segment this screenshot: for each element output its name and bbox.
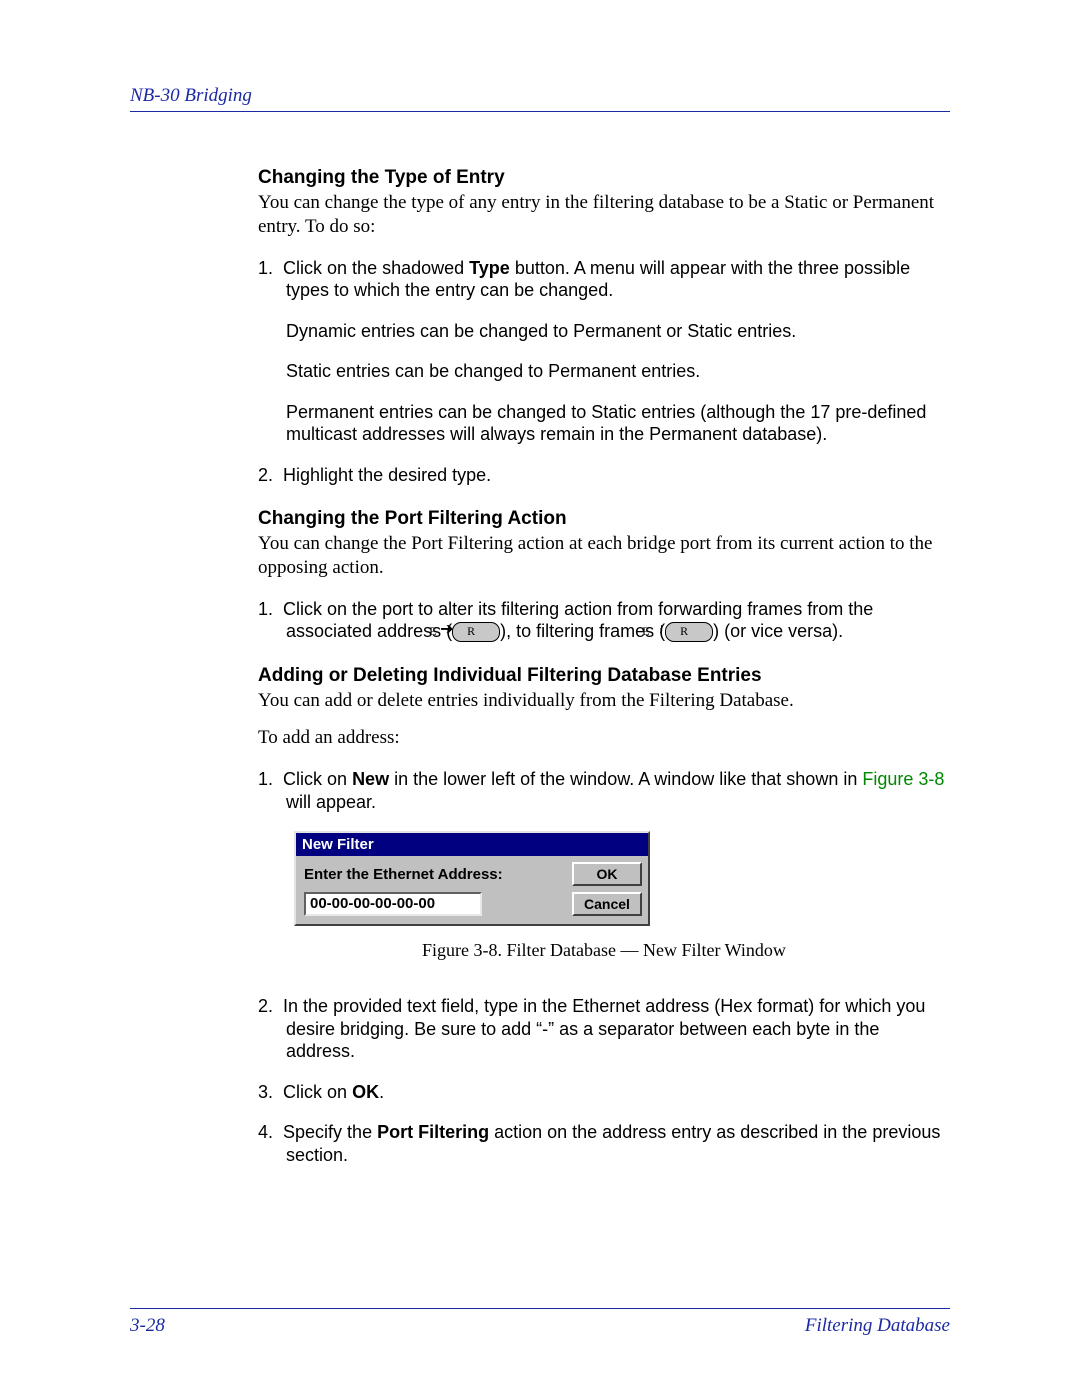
- list-num: 4.: [258, 1122, 273, 1142]
- heading-changing-type: Changing the Type of Entry: [258, 167, 950, 189]
- text: In the provided text field, type in the …: [283, 996, 925, 1061]
- to-add-address: To add an address:: [258, 726, 950, 750]
- text: Click on the shadowed: [283, 258, 469, 278]
- text: Click on: [283, 1082, 352, 1102]
- page-number: 3-28: [130, 1315, 165, 1337]
- bold-type: Type: [469, 258, 510, 278]
- list-num: 1.: [258, 258, 273, 278]
- list-num: 1.: [258, 769, 273, 789]
- s1-step1-sub2: Static entries can be changed to Permane…: [286, 360, 950, 383]
- header-title: NB-30 Bridging: [130, 85, 950, 107]
- list-num: 2.: [258, 996, 273, 1016]
- text: Highlight the desired type.: [283, 465, 491, 485]
- heading-port-filtering: Changing the Port Filtering Action: [258, 508, 950, 530]
- dialog-title: New Filter: [296, 833, 648, 856]
- text: Click on: [283, 769, 352, 789]
- s3-step-3: 3. Click on OK.: [258, 1081, 950, 1104]
- text: will appear.: [286, 792, 376, 812]
- text: ) (or vice versa).: [713, 621, 843, 641]
- header-rule: [130, 111, 950, 112]
- heading-add-delete: Adding or Deleting Individual Filtering …: [258, 665, 950, 687]
- s1-step1-sub1: Dynamic entries can be changed to Perman…: [286, 320, 950, 343]
- footer-section: Filtering Database: [805, 1315, 950, 1337]
- figure-link[interactable]: Figure 3-8: [862, 769, 944, 789]
- intro-add-delete: You can add or delete entries individual…: [258, 689, 950, 713]
- footer-rule: [130, 1308, 950, 1309]
- bold-port-filtering: Port Filtering: [377, 1122, 489, 1142]
- cancel-button[interactable]: Cancel: [572, 892, 642, 916]
- text: ), to filtering frames (: [500, 621, 665, 641]
- s3-step-4: 4. Specify the Port Filtering action on …: [258, 1121, 950, 1166]
- intro-changing-type: You can change the type of any entry in …: [258, 191, 950, 239]
- forward-icon: E➔R: [452, 622, 500, 642]
- filter-icon: E›|R: [665, 622, 713, 642]
- intro-port-filtering: You can change the Port Filtering action…: [258, 532, 950, 580]
- s1-step-1: 1. Click on the shadowed Type button. A …: [258, 257, 950, 446]
- s1-step-2: 2. Highlight the desired type.: [258, 464, 950, 487]
- bold-new: New: [352, 769, 389, 789]
- bold-ok: OK: [352, 1082, 379, 1102]
- new-filter-dialog: New Filter Enter the Ethernet Address: O…: [294, 831, 650, 926]
- text: in the lower left of the window. A windo…: [389, 769, 862, 789]
- list-num: 2.: [258, 465, 273, 485]
- ethernet-address-input[interactable]: 00-00-00-00-00-00: [304, 892, 482, 916]
- s3-step-2: 2. In the provided text field, type in t…: [258, 995, 950, 1063]
- s1-step1-sub3: Permanent entries can be changed to Stat…: [286, 401, 950, 446]
- figure-caption: Figure 3-8. Filter Database — New Filter…: [258, 940, 950, 961]
- ok-button[interactable]: OK: [572, 862, 642, 886]
- list-num: 1.: [258, 599, 273, 619]
- text: Specify the: [283, 1122, 377, 1142]
- s3-step-1: 1. Click on New in the lower left of the…: [258, 768, 950, 813]
- s2-step-1: 1. Click on the port to alter its filter…: [258, 598, 950, 643]
- text: .: [379, 1082, 384, 1102]
- list-num: 3.: [258, 1082, 273, 1102]
- dialog-label: Enter the Ethernet Address:: [304, 866, 572, 883]
